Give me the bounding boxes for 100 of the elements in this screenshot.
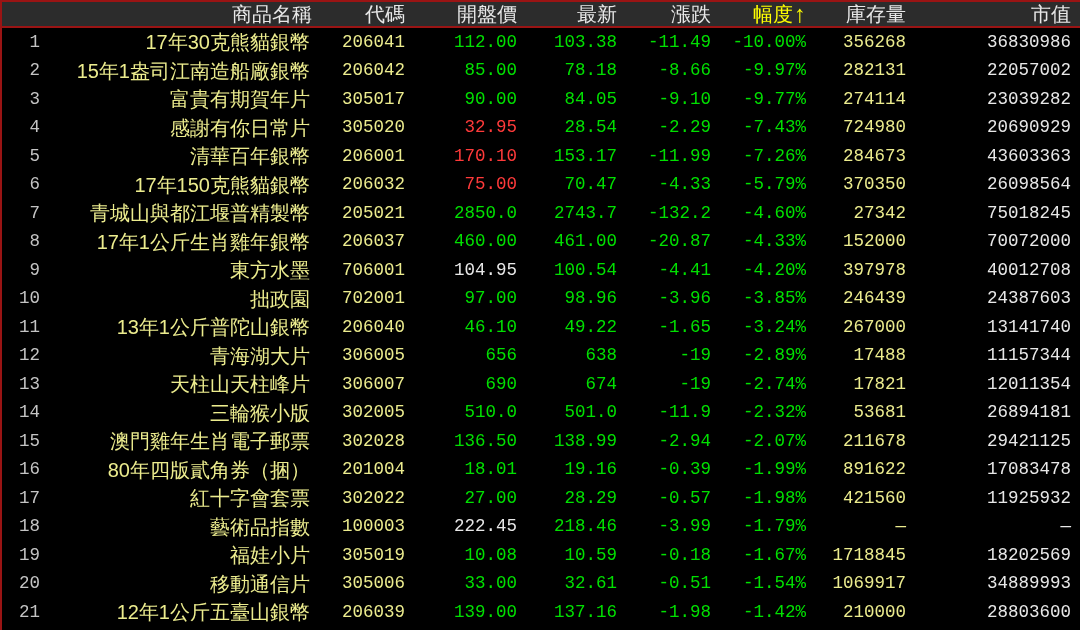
market-value: 70072000 — [987, 233, 1071, 251]
latest-price: 501.0 — [564, 404, 617, 422]
stock-quantity: 53681 — [853, 404, 906, 422]
change-percent: -1.99% — [743, 461, 806, 479]
price-change: -20.87 — [648, 233, 711, 251]
change-percent: -1.79% — [743, 518, 806, 536]
price-change: -2.29 — [658, 119, 711, 137]
row-number: 14 — [19, 404, 40, 422]
latest-price: 28.54 — [564, 119, 617, 137]
stock-quantity: 211678 — [843, 432, 906, 450]
open-price: 33.00 — [464, 575, 517, 593]
market-value: — — [1060, 518, 1071, 536]
product-name: 12年1公斤五臺山銀幣 — [116, 602, 311, 623]
stock-quantity: 891622 — [843, 461, 906, 479]
stock-quantity: — — [895, 518, 906, 536]
latest-price: 638 — [585, 347, 617, 365]
market-value: 43603363 — [987, 147, 1071, 165]
latest-price: 70.47 — [564, 176, 617, 194]
column-header[interactable]: 市值 — [1031, 4, 1071, 24]
column-header[interactable]: 漲跌 — [671, 4, 711, 24]
row-number: 6 — [29, 176, 40, 194]
change-percent: -4.20% — [743, 261, 806, 279]
stock-quantity: 27342 — [853, 204, 906, 222]
product-name: 15年1盎司江南造船廠銀幣 — [76, 60, 311, 81]
product-name: 17年1公斤生肖雞年銀幣 — [96, 231, 311, 252]
product-name: 青海湖大片 — [210, 345, 311, 366]
open-price: 510.0 — [464, 404, 517, 422]
latest-price: 153.17 — [554, 147, 617, 165]
product-code: 206040 — [342, 318, 405, 336]
row-number: 15 — [19, 432, 40, 450]
column-header[interactable]: 幅度↑ — [753, 2, 806, 26]
market-value: 29421125 — [987, 432, 1071, 450]
column-header[interactable]: 開盤價 — [457, 4, 517, 24]
change-percent: -2.74% — [743, 375, 806, 393]
row-number: 18 — [19, 518, 40, 536]
latest-price: 84.05 — [564, 90, 617, 108]
row-number: 11 — [19, 318, 40, 336]
column-header[interactable]: 商品名稱 — [232, 4, 312, 24]
open-price: 112.00 — [454, 33, 517, 51]
column-header[interactable]: 代碼 — [365, 4, 405, 24]
sort-arrow-icon: ↑ — [794, 2, 806, 26]
change-percent: -4.60% — [743, 204, 806, 222]
product-code: 702001 — [342, 290, 405, 308]
market-value: 12011354 — [987, 375, 1071, 393]
latest-price: 461.00 — [554, 233, 617, 251]
open-price: 222.45 — [454, 518, 517, 536]
product-code: 206039 — [342, 603, 405, 621]
latest-price: 98.96 — [564, 290, 617, 308]
price-change: -3.96 — [658, 290, 711, 308]
open-price: 27.00 — [464, 489, 517, 507]
latest-price: 28.29 — [564, 489, 617, 507]
latest-price: 103.38 — [554, 33, 617, 51]
row-number: 21 — [19, 603, 40, 621]
price-change: -4.41 — [658, 261, 711, 279]
change-percent: -2.07% — [743, 432, 806, 450]
change-percent: -4.33% — [743, 233, 806, 251]
open-price: 104.95 — [454, 261, 517, 279]
product-name: 澳門雞年生肖電子郵票 — [110, 431, 311, 452]
stock-quantity: 152000 — [843, 233, 906, 251]
product-code: 206037 — [342, 233, 405, 251]
market-value: 17083478 — [987, 461, 1071, 479]
column-header[interactable]: 最新 — [577, 4, 617, 24]
market-value: 18202569 — [987, 546, 1071, 564]
price-change: -132.2 — [648, 204, 711, 222]
product-name: 福娃小片 — [230, 545, 311, 566]
product-code: 206042 — [342, 62, 405, 80]
price-change: -4.33 — [658, 176, 711, 194]
product-code: 205021 — [342, 204, 405, 222]
change-percent: -10.00% — [732, 33, 806, 51]
price-change: -9.10 — [658, 90, 711, 108]
product-name: 紅十字會套票 — [190, 488, 311, 509]
product-name: 13年1公斤普陀山銀幣 — [116, 317, 311, 338]
change-percent: -7.26% — [743, 147, 806, 165]
latest-price: 19.16 — [564, 461, 617, 479]
change-percent: -1.67% — [743, 546, 806, 564]
product-name: 藝術品指數 — [210, 516, 311, 537]
stock-quantity: 282131 — [843, 62, 906, 80]
latest-price: 78.18 — [564, 62, 617, 80]
change-percent: -5.79% — [743, 176, 806, 194]
market-value: 36830986 — [987, 33, 1071, 51]
market-value: 23039282 — [987, 90, 1071, 108]
market-value: 11157344 — [987, 347, 1071, 365]
price-change: -0.39 — [658, 461, 711, 479]
market-value: 28803600 — [987, 603, 1071, 621]
open-price: 690 — [485, 375, 517, 393]
stock-quantity: 284673 — [843, 147, 906, 165]
price-change: -19 — [679, 347, 711, 365]
product-name: 三輪猴小版 — [210, 402, 311, 423]
stock-quantity: 17488 — [853, 347, 906, 365]
open-price: 85.00 — [464, 62, 517, 80]
price-change: -8.66 — [658, 62, 711, 80]
product-code: 302005 — [342, 404, 405, 422]
row-number: 2 — [29, 62, 40, 80]
open-price: 46.10 — [464, 318, 517, 336]
change-percent: -3.24% — [743, 318, 806, 336]
price-change: -1.65 — [658, 318, 711, 336]
product-name: 17年30克熊貓銀幣 — [145, 32, 311, 53]
latest-price: 2743.7 — [554, 204, 617, 222]
stock-quantity: 1718845 — [832, 546, 906, 564]
column-header[interactable]: 庫存量 — [846, 4, 906, 24]
